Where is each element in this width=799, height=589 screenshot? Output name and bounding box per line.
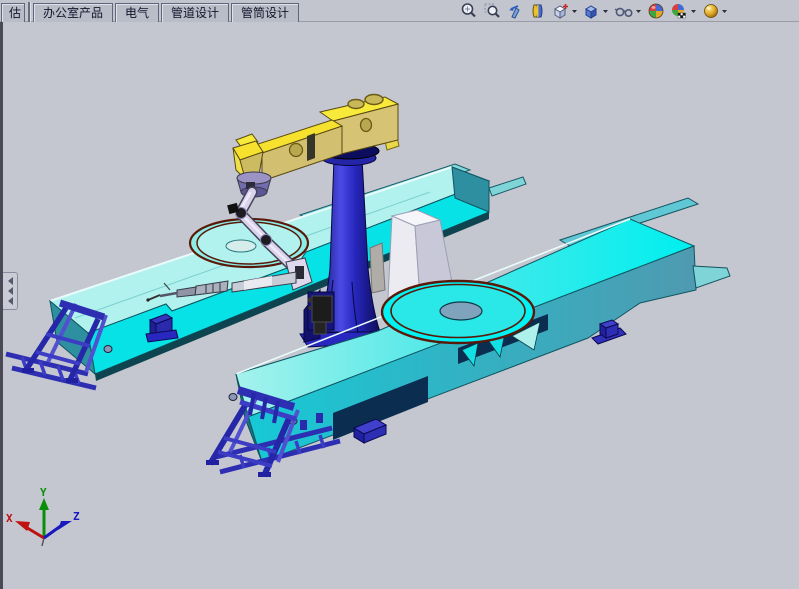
triad-y-label: Y	[40, 486, 47, 499]
hide-show-items-button[interactable]	[613, 1, 643, 21]
graphics-viewport[interactable]: Y X Z	[0, 22, 799, 589]
right-weld-ring[interactable]	[382, 281, 534, 343]
zoom-to-fit-icon	[460, 2, 478, 20]
tab-office-products[interactable]: 办公室产品	[33, 3, 113, 22]
dropdown-arrow-icon	[635, 2, 642, 20]
dropdown-arrow-icon	[721, 2, 728, 20]
dropdown-arrow-icon	[571, 2, 578, 20]
triad-x-label: X	[6, 512, 13, 525]
edit-appearance-button[interactable]	[646, 1, 666, 21]
zoom-to-area-button[interactable]	[482, 1, 502, 21]
tab-electrical[interactable]: 电气	[115, 3, 159, 22]
dropdown-arrow-icon	[602, 2, 609, 20]
heads-up-view-toolbar	[459, 1, 729, 21]
command-manager-bar: 估 办公室产品 电气 管道设计 管筒设计	[0, 0, 799, 22]
zoom-to-area-icon	[483, 2, 501, 20]
dropdown-arrow-icon	[690, 2, 697, 20]
collapse-arrow-icon	[8, 297, 13, 305]
collapse-arrow-icon	[8, 287, 13, 295]
edit-appearance-icon	[647, 2, 665, 20]
3d-model-scene[interactable]: Y X Z	[0, 22, 799, 589]
solidworks-window: { "window": { "viewport_background": "#c…	[0, 0, 799, 589]
display-style-button[interactable]	[582, 1, 610, 21]
tab-evaluate-partial[interactable]: 估	[1, 3, 25, 22]
tab-tubing-design[interactable]: 管筒设计	[231, 3, 299, 22]
control-box[interactable]	[308, 292, 335, 334]
tab-piping-design[interactable]: 管道设计	[161, 3, 229, 22]
section-view-button[interactable]	[528, 1, 548, 21]
display-style-icon	[583, 2, 601, 20]
rear-gusset-bracket[interactable]	[370, 243, 385, 293]
view-settings-icon	[702, 2, 720, 20]
view-orientation-button[interactable]	[551, 1, 579, 21]
hide-show-items-icon	[614, 2, 634, 20]
apply-scene-icon	[670, 2, 689, 20]
zoom-to-fit-button[interactable]	[459, 1, 479, 21]
command-tabs: 估 办公室产品 电气 管道设计 管筒设计	[0, 0, 300, 22]
triad-z-label: Z	[73, 510, 80, 523]
panel-collapse-handle[interactable]	[3, 272, 18, 310]
previous-view-button[interactable]	[505, 1, 525, 21]
collapse-arrow-icon	[8, 277, 13, 285]
view-settings-button[interactable]	[701, 1, 729, 21]
view-orientation-icon	[552, 2, 570, 20]
previous-view-icon	[506, 2, 524, 20]
section-view-icon	[529, 2, 547, 20]
apply-scene-button[interactable]	[669, 1, 698, 21]
reference-triad[interactable]: Y X Z	[6, 486, 80, 546]
tab-separator	[28, 2, 30, 22]
robot-boom-arm[interactable]	[233, 95, 399, 183]
